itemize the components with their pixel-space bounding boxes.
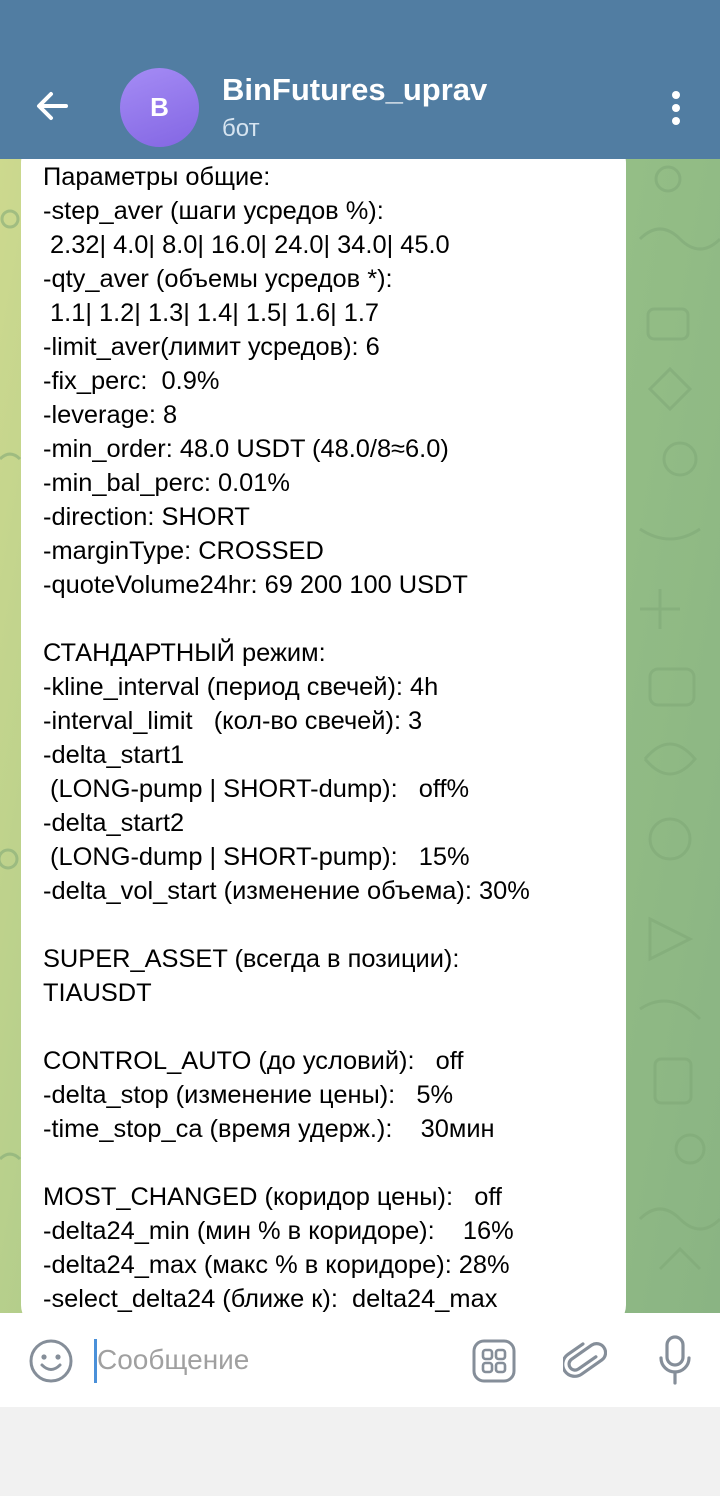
emoji-icon — [29, 1339, 73, 1383]
avatar[interactable]: B — [120, 68, 199, 147]
chat-title[interactable]: BinFutures_uprav — [222, 72, 487, 108]
message-line: -time_stop_ca (время удерж.): 30мин — [43, 1115, 495, 1143]
message-line: -marginType: CROSSED — [43, 537, 324, 565]
message-line: -step_aver (шаги усредов %): — [43, 197, 384, 225]
system-bottom-area — [0, 1407, 720, 1496]
message-line: СТАНДАРТНЫЙ режим: — [43, 639, 326, 667]
message-line: -delta_vol_start (изменение объема): 30% — [43, 877, 530, 905]
message-line: -leverage: 8 — [43, 401, 178, 429]
arrow-left-icon — [37, 92, 68, 120]
message-line: -delta24_max (макс % в коридоре): 28% — [43, 1251, 510, 1279]
message-line: -select_delta24 (ближе к): delta24_max — [43, 1285, 498, 1313]
bot-commands-icon — [472, 1339, 516, 1383]
paperclip-icon — [563, 1342, 607, 1378]
emoji-button[interactable] — [27, 1336, 75, 1386]
avatar-letter: B — [150, 92, 169, 122]
message-line: CONTROL_AUTO (до условий): off — [43, 1047, 464, 1075]
vertical-dots-icon — [672, 91, 680, 125]
message-line: -qty_aver (объемы усредов *): — [43, 265, 393, 293]
message-line: -fix_perc: 0.9% — [43, 367, 220, 395]
message-line: 1.1| 1.2| 1.3| 1.4| 1.5| 1.6| 1.7 — [43, 299, 380, 327]
message-line: TIAUSDT — [43, 979, 152, 1007]
back-button[interactable] — [30, 84, 74, 128]
message-line: -direction: SHORT — [43, 503, 250, 531]
message-line: -delta_stop (изменение цены): 5% — [43, 1081, 454, 1109]
message-line: (LONG-pump | SHORT-dump): off% — [43, 775, 470, 803]
chat-header: B BinFutures_uprav бот — [0, 0, 720, 159]
voice-record-button[interactable] — [651, 1332, 699, 1388]
message-line: -limit_aver(лимит усредов): 6 — [43, 333, 380, 361]
message-line: -interval_limit (кол-во свечей): 3 — [43, 707, 423, 735]
chat-subtitle: бот — [222, 115, 260, 142]
microphone-icon — [659, 1335, 691, 1385]
bot-commands-button[interactable] — [470, 1336, 518, 1386]
message-text: Параметры общие: -step_aver (шаги усредо… — [43, 160, 613, 1316]
more-menu-button[interactable] — [660, 86, 692, 130]
message-line: -min_order: 48.0 USDT (48.0/8≈6.0) — [43, 435, 449, 463]
message-line: -min_bal_perc: 0.01% — [43, 469, 290, 497]
message-line: -kline_interval (период свечей): 4h — [43, 673, 439, 701]
message-line: -quoteVolume24hr: 69 200 100 USDT — [43, 571, 468, 599]
message-line: (LONG-dump | SHORT-pump): 15% — [43, 843, 470, 871]
message-line: Параметры общие: — [43, 163, 271, 191]
message-input[interactable] — [93, 1333, 457, 1387]
message-line: MOST_CHANGED (коридор цены): off — [43, 1183, 502, 1211]
message-line: -delta_start1 — [43, 741, 185, 769]
message-line: -delta24_min (мин % в коридоре): 16% — [43, 1217, 514, 1245]
message-line: SUPER_ASSET (всегда в позиции): — [43, 945, 460, 973]
message-line: 2.32| 4.0| 8.0| 16.0| 24.0| 34.0| 45.0 — [43, 231, 450, 259]
attach-button[interactable] — [560, 1334, 610, 1388]
message-line: -delta_start2 — [43, 809, 185, 837]
